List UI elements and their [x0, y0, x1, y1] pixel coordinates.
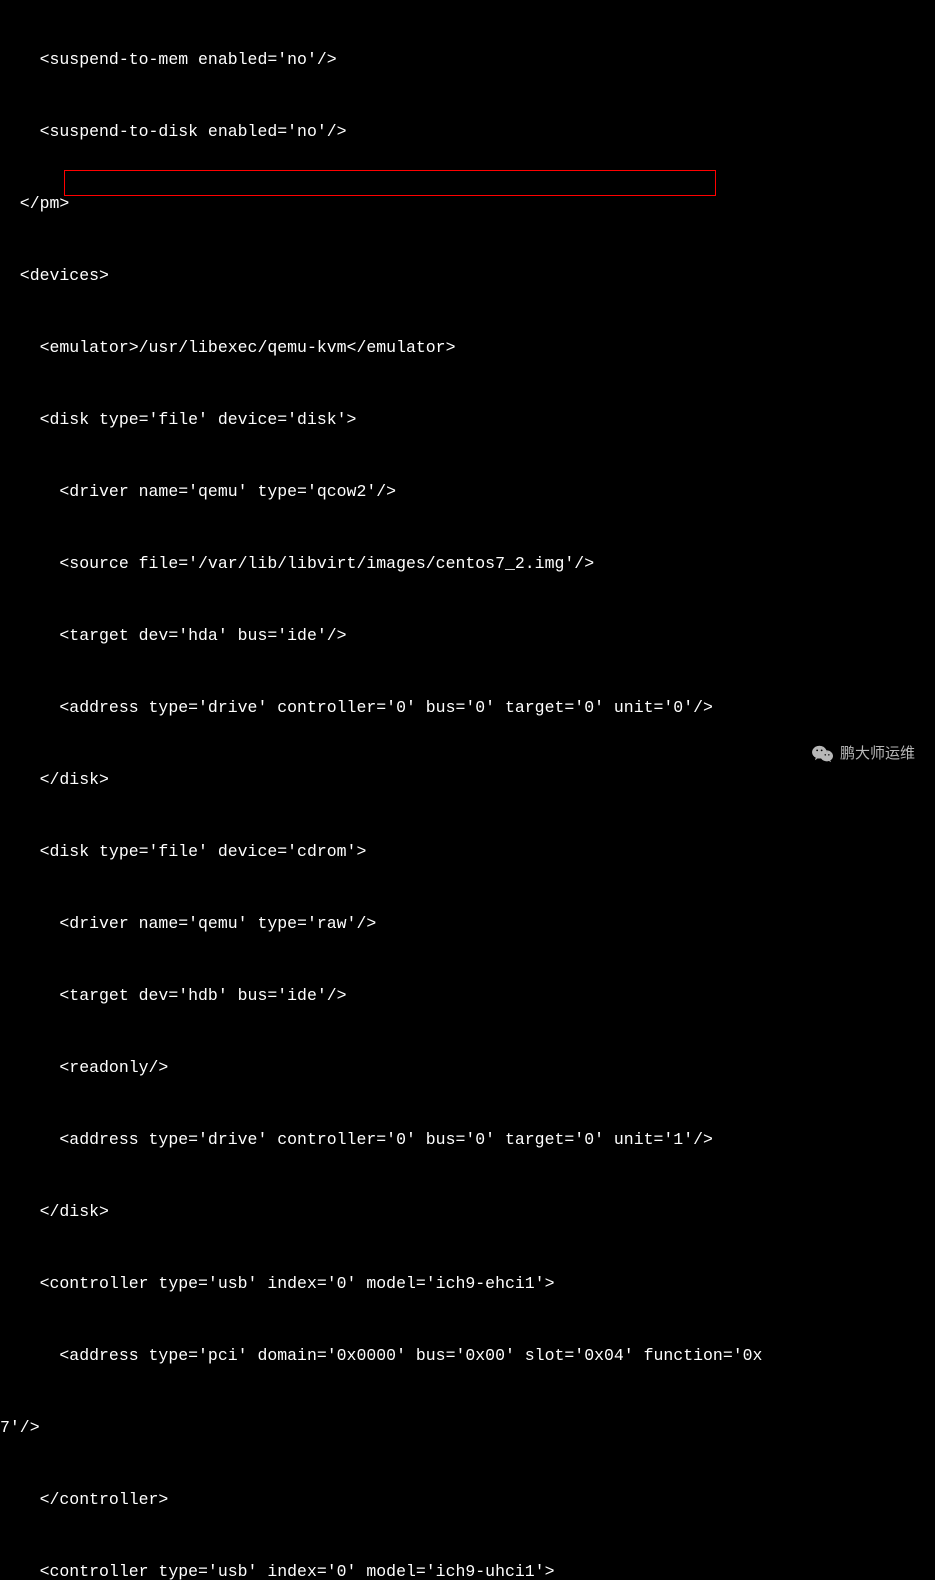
- code-line: <address type='drive' controller='0' bus…: [0, 696, 935, 720]
- code-line: <readonly/>: [0, 1056, 935, 1080]
- code-line: <disk type='file' device='cdrom'>: [0, 840, 935, 864]
- code-line: </disk>: [0, 768, 935, 792]
- code-line: </controller>: [0, 1488, 935, 1512]
- code-line: <disk type='file' device='disk'>: [0, 408, 935, 432]
- wechat-icon: [812, 745, 834, 763]
- code-line: <suspend-to-disk enabled='no'/>: [0, 120, 935, 144]
- code-line: <devices>: [0, 264, 935, 288]
- code-line: </pm>: [0, 192, 935, 216]
- code-line: <address type='drive' controller='0' bus…: [0, 1128, 935, 1152]
- code-line: <target dev='hdb' bus='ide'/>: [0, 984, 935, 1008]
- code-line: </disk>: [0, 1200, 935, 1224]
- code-line: <target dev='hda' bus='ide'/>: [0, 624, 935, 648]
- code-line: 7'/>: [0, 1416, 935, 1440]
- code-line: <emulator>/usr/libexec/qemu-kvm</emulato…: [0, 336, 935, 360]
- code-line: <address type='pci' domain='0x0000' bus=…: [0, 1344, 935, 1368]
- code-line: <driver name='qemu' type='qcow2'/>: [0, 480, 935, 504]
- code-line: <source file='/var/lib/libvirt/images/ce…: [0, 552, 935, 576]
- code-line: <controller type='usb' index='0' model='…: [0, 1560, 935, 1580]
- code-line: <controller type='usb' index='0' model='…: [0, 1272, 935, 1296]
- code-line: <driver name='qemu' type='raw'/>: [0, 912, 935, 936]
- code-line: <suspend-to-mem enabled='no'/>: [0, 48, 935, 72]
- terminal-output: <suspend-to-mem enabled='no'/> <suspend-…: [0, 0, 935, 1580]
- watermark: 鹏大师运维: [812, 742, 915, 766]
- watermark-text: 鹏大师运维: [840, 742, 915, 766]
